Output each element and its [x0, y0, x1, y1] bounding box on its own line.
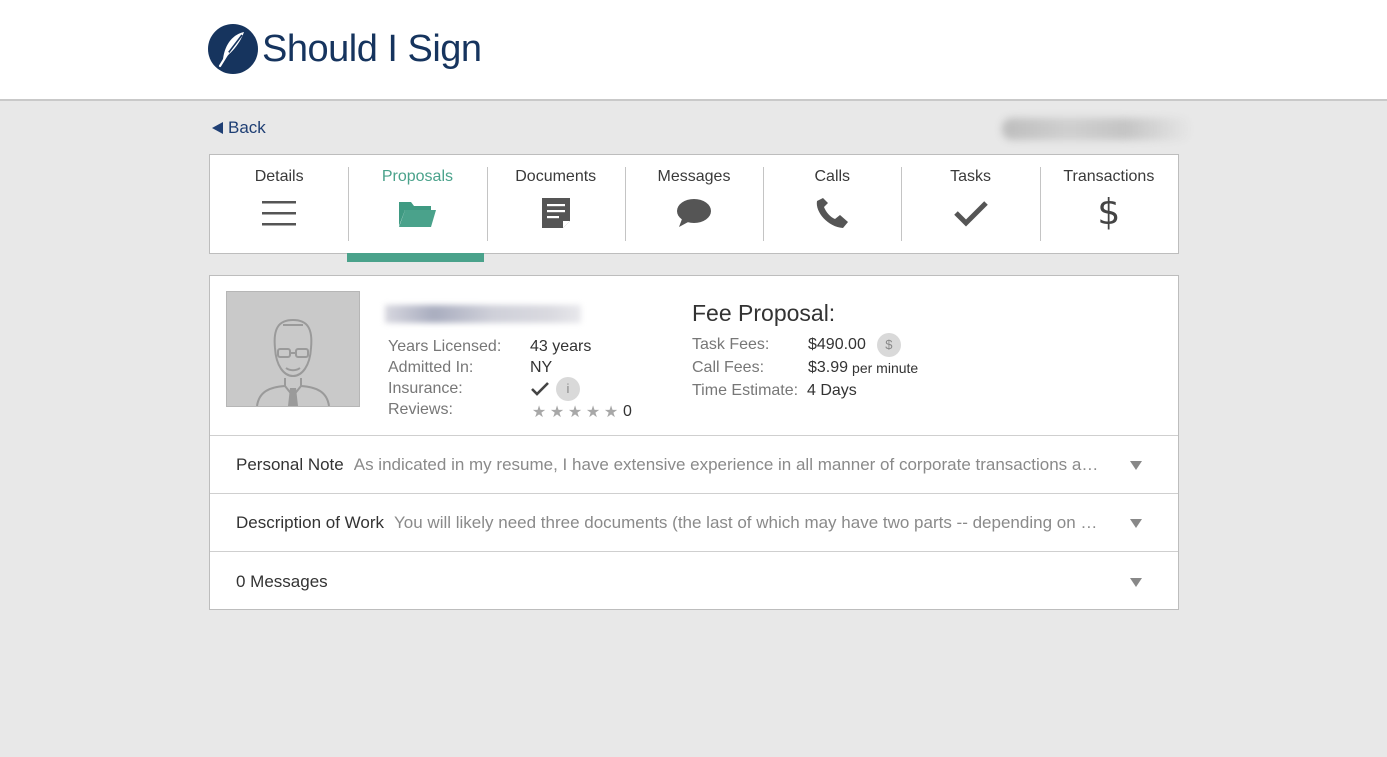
list-icon: [262, 196, 297, 230]
tab-proposals-label: Proposals: [381, 168, 453, 185]
tab-calls-label: Calls: [814, 168, 851, 185]
insurance-label: Insurance:: [388, 379, 463, 397]
tab-tasks[interactable]: Tasks: [901, 155, 1039, 253]
fee-proposal-title: Fee Proposal:: [692, 300, 836, 326]
admitted-in-row: Admitted In: NY: [388, 357, 632, 378]
tab-documents-label: Documents: [515, 168, 597, 185]
redacted-attorney-name: [385, 305, 581, 323]
time-estimate-row: Time Estimate: 4 Days: [692, 379, 918, 402]
description-of-work-section[interactable]: Description of Work You will likely need…: [210, 494, 1178, 552]
app-header: Should I Sign: [0, 0, 1387, 101]
description-of-work-preview: You will likely need three documents (th…: [394, 512, 1100, 532]
checkmark-icon: [953, 196, 989, 230]
task-fees-label: Task Fees:: [692, 335, 770, 353]
task-fees-dollar-button[interactable]: $: [876, 332, 901, 357]
chat-bubble-icon: [676, 196, 712, 230]
call-fees-label: Call Fees:: [692, 358, 765, 376]
reviews-row: Reviews: ★ ★ ★ ★ ★ 0: [388, 399, 632, 422]
messages-section[interactable]: 0 Messages: [210, 552, 1178, 611]
personal-note-title: Personal Note: [236, 454, 344, 474]
personal-note-preview: As indicated in my resume, I have extens…: [353, 454, 1104, 474]
insurance-check-icon: [531, 381, 549, 396]
document-icon: [541, 196, 571, 230]
time-estimate-value: 4 Days: [807, 381, 857, 399]
avatar: [226, 291, 360, 407]
task-fees-value: $490.00 $: [808, 332, 901, 357]
call-fees-value: $3.99 per minute: [808, 359, 918, 377]
years-licensed-label: Years Licensed:: [388, 337, 502, 355]
admitted-in-value: NY: [530, 358, 553, 376]
tab-documents[interactable]: Documents: [486, 155, 625, 253]
star-icon: ★: [567, 402, 583, 421]
back-arrow-icon: [212, 122, 223, 134]
time-estimate-label: Time Estimate:: [692, 381, 799, 399]
attorney-info: Years Licensed: 43 years Admitted In: NY…: [388, 336, 632, 422]
tab-tasks-label: Tasks: [950, 168, 991, 185]
review-stars: ★ ★ ★ ★ ★ 0: [530, 402, 632, 421]
fee-proposal: Fee Proposal: Task Fees: $490.00 $ Call …: [692, 300, 918, 402]
reviews-label: Reviews:: [388, 400, 453, 418]
app-logo[interactable]: Should I Sign: [208, 24, 482, 74]
insurance-value: i: [530, 376, 580, 401]
review-count: 0: [623, 402, 632, 420]
tab-details-label: Details: [254, 168, 304, 185]
description-of-work-title: Description of Work: [236, 512, 385, 532]
tab-details[interactable]: Details: [210, 155, 348, 253]
active-tab-indicator: [347, 253, 484, 262]
tab-calls[interactable]: Calls: [763, 155, 901, 253]
proposal-tabs: Details Proposals Documents Messages Cal…: [209, 154, 1179, 254]
messages-count-title: 0 Messages: [236, 571, 328, 591]
proposal-panel: Years Licensed: 43 years Admitted In: NY…: [209, 275, 1179, 610]
attorney-profile: Years Licensed: 43 years Admitted In: NY…: [210, 276, 1178, 436]
app-name: Should I Sign: [262, 27, 482, 70]
chevron-down-icon: [1130, 460, 1142, 470]
redacted-user-name: [1002, 118, 1192, 140]
back-link[interactable]: Back: [212, 118, 266, 138]
years-licensed-row: Years Licensed: 43 years: [388, 336, 632, 357]
chevron-down-icon: [1130, 577, 1142, 587]
folder-icon: [397, 196, 437, 230]
tab-messages[interactable]: Messages: [624, 155, 763, 253]
personal-note-section[interactable]: Personal Note As indicated in my resume,…: [210, 436, 1178, 494]
task-fees-row: Task Fees: $490.00 $: [692, 332, 918, 357]
dollar-icon: $: [1097, 192, 1121, 233]
back-label: Back: [228, 118, 266, 137]
call-fees-row: Call Fees: $3.99 per minute: [692, 356, 918, 379]
years-licensed-value: 43 years: [530, 337, 592, 355]
task-fees-amount: $490.00: [808, 335, 866, 353]
insurance-row: Insurance: i: [388, 376, 632, 401]
tab-transactions[interactable]: Transactions $: [1039, 155, 1178, 253]
call-fees-unit: per minute: [852, 359, 919, 376]
tab-transactions-label: Transactions: [1063, 168, 1155, 185]
tab-proposals[interactable]: Proposals: [348, 155, 486, 253]
star-icon: ★: [603, 402, 619, 421]
call-fees-amount: $3.99: [808, 358, 849, 376]
star-icon: ★: [549, 402, 565, 421]
admitted-in-label: Admitted In:: [388, 358, 474, 376]
star-icon: ★: [531, 402, 547, 421]
insurance-info-button[interactable]: i: [556, 376, 580, 401]
tab-messages-label: Messages: [657, 168, 731, 185]
star-icon: ★: [585, 402, 601, 421]
chevron-down-icon: [1130, 518, 1142, 528]
feather-icon: [208, 24, 258, 74]
phone-icon: [814, 196, 850, 230]
